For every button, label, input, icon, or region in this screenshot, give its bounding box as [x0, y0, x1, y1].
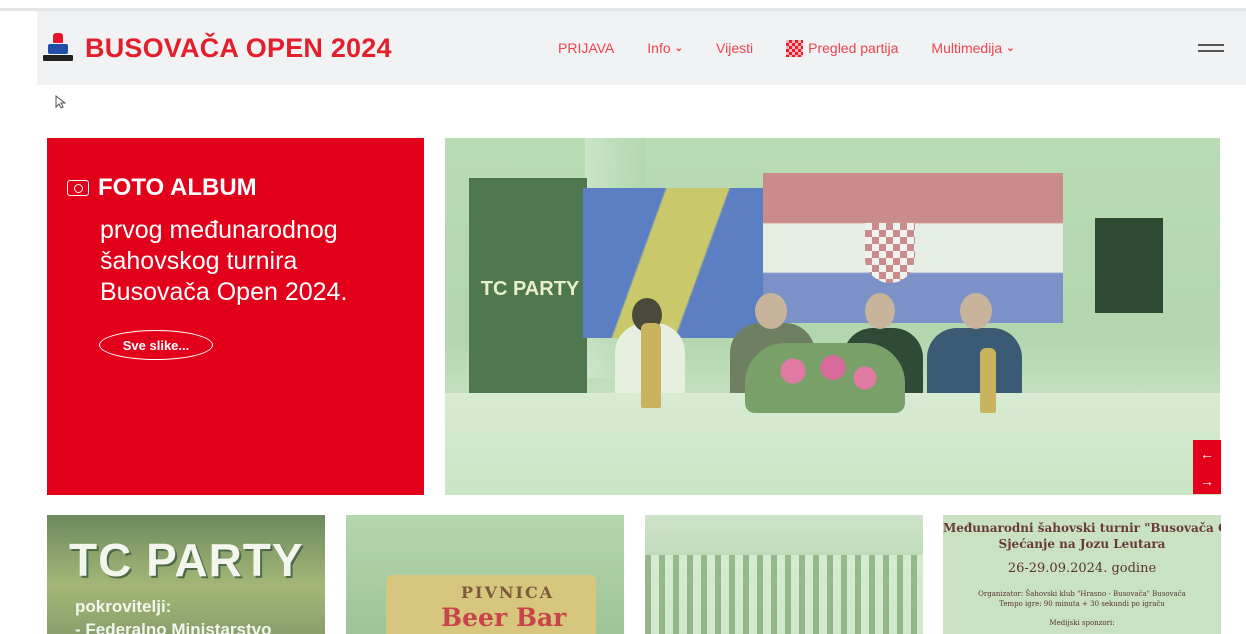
sign-text-bottom: Beer Bar	[441, 603, 567, 632]
thumb-subtitle: pokrovitelji: - Federalno Ministarstvo	[75, 595, 271, 634]
nav-pregled-partija[interactable]: Pregled partija	[786, 39, 899, 57]
loudspeaker	[1095, 218, 1163, 313]
nav-prijava[interactable]: PRIJAVA	[558, 40, 614, 56]
nav-multimedija[interactable]: Multimedija ⌄	[931, 40, 1014, 56]
main-menu: PRIJAVA Info ⌄ Vijesti Pregled partija M…	[558, 11, 1048, 85]
poster-line: Organizator: Šahovski klub "Hrasno - Bus…	[978, 590, 1186, 598]
nav-vijesti-label: Vijesti	[716, 40, 754, 56]
chess-pawn-logo-icon	[42, 32, 74, 64]
trophy-2	[980, 348, 996, 413]
flag-coat-of-arms	[865, 223, 915, 283]
thumb-title: TC PARTY	[69, 534, 304, 586]
thumb-subtitle-line: - Federalno Ministarstvo	[75, 620, 272, 634]
thumb-subtitle-line: pokrovitelji:	[75, 597, 172, 616]
person-2-head	[755, 293, 787, 329]
poster-line: Međunarodni šahovski turnir "Busovača Op…	[943, 521, 1221, 535]
news-thumb-poster[interactable]: Međunarodni šahovski turnir "Busovača Op…	[943, 515, 1221, 634]
poster-line: Medijski sponzori:	[1049, 619, 1115, 627]
hamburger-menu-icon[interactable]	[1198, 44, 1224, 54]
chevron-down-icon: ⌄	[674, 42, 684, 54]
promo-title: FOTO ALBUM	[98, 174, 257, 201]
news-thumb-tc-party[interactable]: TC PARTY pokrovitelji: - Federalno Minis…	[47, 515, 325, 634]
chessboard-icon	[786, 39, 804, 57]
flower-arrangement	[745, 343, 905, 413]
photo-slider: TC PARTY	[445, 138, 1220, 495]
brand-home-link[interactable]: BUSOVAČA OPEN 2024	[37, 11, 392, 85]
poster-line: Tempo igre: 90 minuta + 30 sekundi po ig…	[999, 600, 1165, 608]
all-photos-button[interactable]: Sve slike...	[99, 330, 213, 360]
tournament-banner	[469, 178, 587, 428]
poster-organizer: Organizator: Šahovski klub "Hrasno - Bus…	[943, 589, 1221, 609]
slider-next-button[interactable]: →	[1193, 467, 1221, 494]
photo-album-promo: FOTO ALBUM prvog međunarodnog šahovskog …	[47, 138, 424, 495]
navbar: BUSOVAČA OPEN 2024 PRIJAVA Info ⌄ Vijest…	[37, 11, 1246, 85]
chevron-down-icon: ⌄	[1006, 42, 1015, 54]
nav-multimedija-label: Multimedija	[931, 40, 1003, 56]
promo-description: prvog međunarodnog šahovskog turnira Bus…	[100, 216, 348, 306]
nav-info[interactable]: Info ⌄	[647, 40, 683, 56]
person-4	[927, 328, 1022, 403]
site-title: BUSOVAČA OPEN 2024	[85, 32, 392, 63]
nav-pregled-partija-label: Pregled partija	[808, 40, 899, 56]
person-3-head	[865, 293, 895, 329]
trophy-1	[641, 323, 661, 408]
poster-line: Sjećanje na Jozu Leutara	[998, 537, 1166, 551]
news-thumb-beer-bar[interactable]: PIVNICA Beer Bar	[346, 515, 624, 634]
nav-vijesti[interactable]: Vijesti	[716, 40, 753, 56]
poster-line: 26-29.09.2024. godine	[1007, 561, 1157, 576]
camera-icon	[67, 180, 89, 196]
playing-hall	[645, 555, 923, 634]
person-4-head	[960, 293, 992, 329]
slider-prev-button[interactable]: ←	[1193, 440, 1221, 467]
nav-prijava-label: PRIJAVA	[558, 40, 615, 56]
news-thumb-hall[interactable]	[645, 515, 923, 634]
nav-info-label: Info	[647, 40, 671, 56]
mouse-cursor-icon	[55, 95, 66, 109]
banner-text: TC PARTY	[480, 278, 580, 300]
bih-flag	[583, 188, 763, 338]
promo-heading: FOTO ALBUM	[67, 174, 257, 202]
sign-text-top: PIVNICA	[461, 583, 555, 602]
